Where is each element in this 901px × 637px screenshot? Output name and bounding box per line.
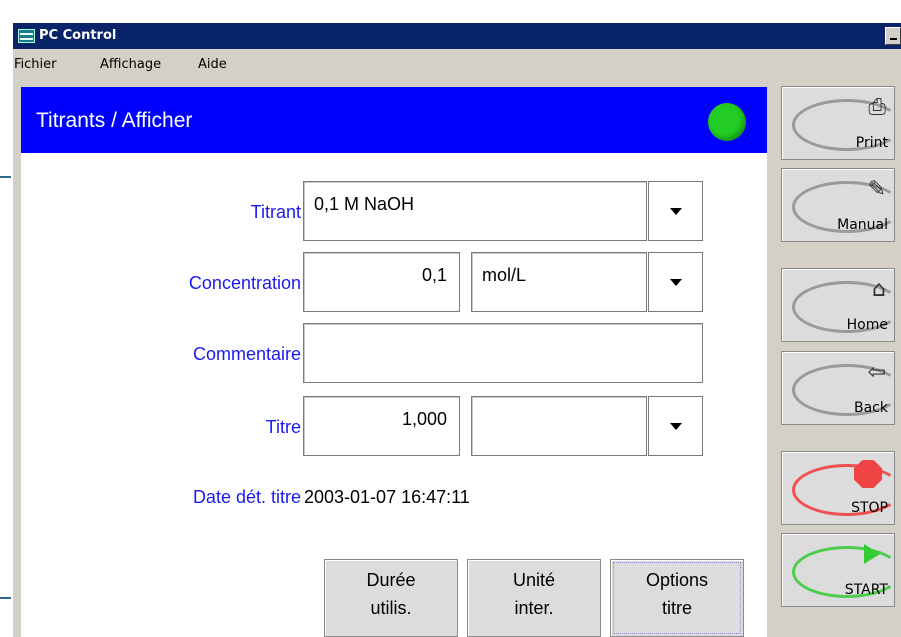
stop-octagon-icon	[854, 460, 882, 488]
title-bar: PC Control	[13, 23, 901, 49]
back-arrow-icon: ⇦	[867, 360, 886, 385]
concentration-value: 0,1	[421, 265, 447, 285]
duration-button-line2: utilis.	[370, 598, 412, 618]
panel-header: Titrants / Afficher	[21, 87, 767, 153]
chevron-down-icon	[669, 208, 682, 215]
manual-button[interactable]: ✎ Manual	[781, 168, 901, 242]
back-button[interactable]: ⇦ Back	[781, 351, 901, 425]
print-button[interactable]: ⎙ Print	[781, 86, 901, 160]
concentration-label: Concentration	[188, 273, 301, 293]
print-label: Print	[855, 135, 888, 151]
menu-aide[interactable]: Aide	[198, 57, 227, 72]
status-indicator	[708, 103, 746, 141]
menu-affichage[interactable]: Affichage	[100, 57, 161, 72]
window-title: PC Control	[39, 28, 117, 43]
titrant-label: Titrant	[250, 202, 301, 222]
duration-button-line1: Durée	[366, 570, 416, 590]
unit-button-line2: inter.	[514, 598, 554, 618]
app-window: PC Control Fichier Affichage Aide Titran…	[11, 23, 901, 637]
titrant-dropdown-button[interactable]	[648, 181, 703, 241]
comment-label: Commentaire	[192, 344, 301, 364]
menu-fichier[interactable]: Fichier	[14, 57, 57, 72]
minimize-button[interactable]	[885, 27, 901, 45]
manual-icon: ✎	[867, 177, 886, 202]
titre-input[interactable]: 1,000	[303, 396, 460, 456]
unit-button[interactable]: Unité inter.	[467, 559, 601, 637]
app-icon	[18, 29, 35, 43]
duration-button[interactable]: Durée utilis.	[324, 559, 458, 637]
unit-button-line1: Unité	[512, 570, 556, 590]
printer-icon: ⎙	[868, 95, 886, 120]
concentration-unit-dropdown-button[interactable]	[648, 252, 703, 312]
titre-unit-dropdown-button[interactable]	[648, 396, 703, 456]
concentration-input[interactable]: 0,1	[303, 252, 460, 312]
date-label: Date dét. titre	[192, 487, 301, 507]
manual-label: Manual	[837, 217, 888, 233]
concentration-unit-select[interactable]: mol/L	[471, 252, 647, 312]
titre-unit-select[interactable]	[471, 396, 647, 456]
stop-button[interactable]: STOP	[781, 451, 901, 525]
options-titre-button[interactable]: Options titre	[610, 559, 744, 637]
concentration-unit-value: mol/L	[482, 265, 527, 285]
play-triangle-icon	[864, 544, 880, 564]
focus-outline	[613, 562, 741, 634]
start-label: START	[844, 582, 888, 598]
back-label: Back	[854, 400, 888, 416]
home-button[interactable]: ⌂ Home	[781, 268, 901, 342]
page-title: Titrants / Afficher	[36, 109, 193, 132]
main-panel: Titrants / Afficher Titrant 0,1 M NaOH C…	[21, 87, 767, 637]
home-icon: ⌂	[872, 277, 886, 302]
stop-label: STOP	[851, 500, 888, 516]
chevron-down-icon	[669, 279, 682, 286]
home-label: Home	[846, 317, 888, 333]
chevron-down-icon	[669, 423, 682, 430]
titrant-select[interactable]: 0,1 M NaOH	[303, 181, 647, 241]
comment-input[interactable]	[303, 323, 703, 383]
titre-label: Titre	[265, 417, 301, 437]
menu-bar: Fichier Affichage Aide	[13, 49, 901, 82]
date-value: 2003-01-07 16:47:11	[304, 487, 470, 507]
start-button[interactable]: START	[781, 533, 901, 607]
titre-value: 1,000	[401, 409, 447, 429]
titrant-value: 0,1 M NaOH	[314, 194, 415, 214]
